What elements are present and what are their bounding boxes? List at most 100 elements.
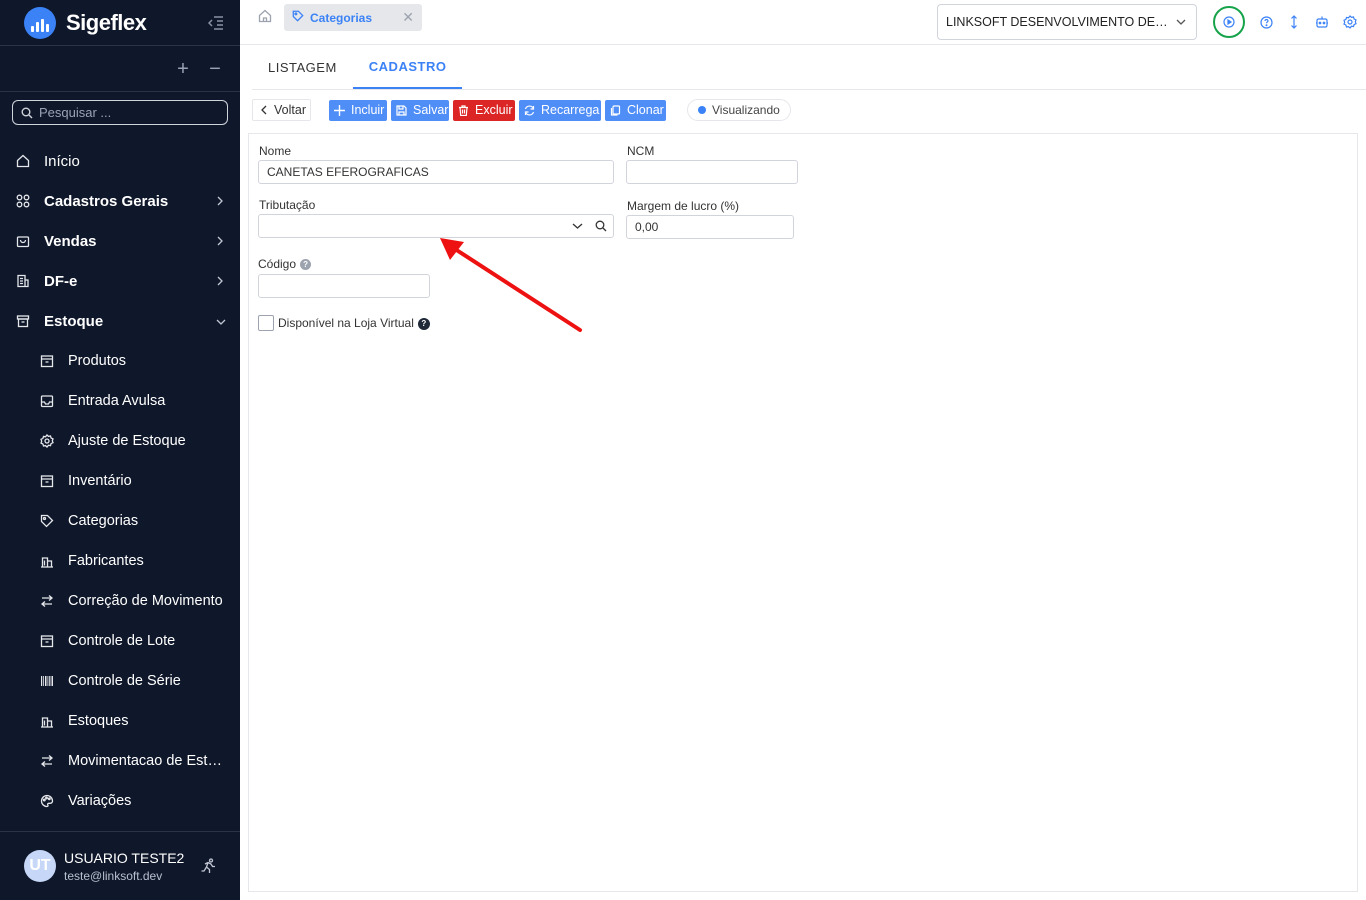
chevron-right-icon [216, 193, 226, 210]
tabs-divider [252, 89, 1366, 90]
sidebar-item-fabricantes[interactable]: Fabricantes [0, 541, 240, 581]
user-info: USUARIO TESTE2 teste@linksoft.dev [64, 850, 200, 883]
sidebar-item-label: Estoques [68, 713, 129, 729]
chevron-left-icon [259, 104, 268, 116]
form-card: Nome CANETAS EFEROGRAFICAS NCM Tributaçã… [248, 133, 1358, 892]
user-email: teste@linksoft.dev [64, 868, 163, 883]
gear-icon[interactable] [1343, 15, 1357, 29]
back-button[interactable]: Voltar [252, 99, 311, 121]
sidebar-item-produtos[interactable]: Produtos [0, 341, 240, 381]
company-select[interactable]: LINKSOFT DESENVOLVIMENTO DE SOFTWARE [937, 4, 1197, 40]
sidebar-item-label: Variações [68, 793, 132, 809]
chevron-down-icon[interactable] [572, 222, 583, 230]
save-button-label: Salvar [413, 103, 449, 117]
sidebar-item-cadastros-gerais[interactable]: Cadastros Gerais [0, 181, 240, 221]
sidebar-menu: Início Cadastros Gerais Vendas DF-e Esto… [0, 141, 240, 821]
sidebar-item-label: Categorias [68, 513, 139, 529]
ncm-label: NCM [627, 144, 655, 158]
sidebar-item-label: Correção de Movimento [68, 593, 223, 609]
clone-button[interactable]: Clonar [605, 99, 666, 121]
ncm-field[interactable] [626, 160, 798, 184]
sidebar-item-correcao-movimento[interactable]: Correção de Movimento [0, 581, 240, 621]
sidebar-item-label: Movimentacao de Estoque [68, 753, 226, 769]
main-content: LISTAGEM CADASTRO Voltar Incluir Salvar … [240, 45, 1366, 900]
sidebar-search[interactable] [12, 100, 228, 125]
loja-virtual-checkbox[interactable] [258, 315, 274, 331]
codigo-label: Código [258, 257, 297, 271]
collapse-sidebar-icon[interactable] [206, 13, 226, 33]
archive-icon [16, 314, 30, 328]
run-icon[interactable] [200, 857, 218, 875]
sidebar-item-movimentacao-estoque[interactable]: Movimentacao de Estoque [0, 741, 240, 781]
sidebar-item-label: Controle de Lote [68, 633, 176, 649]
sidebar-header: Sigeflex [0, 0, 240, 46]
inbox-icon [40, 394, 54, 408]
form-toolbar: Voltar Incluir Salvar Excluir Recarrega … [252, 99, 791, 121]
sidebar-item-label: Cadastros Gerais [44, 192, 169, 210]
sidebar-item-ajuste-estoque[interactable]: Ajuste de Estoque [0, 421, 240, 461]
expand-all-icon[interactable]: + [176, 59, 190, 79]
sidebar-item-label: Estoque [44, 312, 104, 330]
loja-virtual-label-wrap: Disponível na Loja Virtual? [278, 316, 430, 330]
chevron-right-icon [216, 273, 226, 290]
sidebar-item-controle-serie[interactable]: Controle de Série [0, 661, 240, 701]
robot-icon[interactable] [1315, 15, 1329, 29]
chevron-right-icon [216, 233, 226, 250]
sidebar-item-label: Ajuste de Estoque [68, 433, 186, 449]
close-icon[interactable]: ✕ [402, 9, 414, 26]
sidebar-item-controle-lote[interactable]: Controle de Lote [0, 621, 240, 661]
open-tab-categorias[interactable]: Categorias ✕ [284, 4, 422, 31]
codigo-label-wrap: Código? [258, 257, 312, 271]
sidebar: Sigeflex + − Início Cadastros Gerais Ven… [0, 0, 240, 900]
search-icon [21, 107, 33, 118]
help-icon[interactable] [1259, 15, 1273, 29]
reload-button[interactable]: Recarrega [519, 99, 601, 121]
sidebar-item-inventario[interactable]: Inventário [0, 461, 240, 501]
app-name: Sigeflex [66, 9, 147, 35]
margem-label: Margem de lucro (%) [627, 199, 740, 213]
sidebar-item-inicio[interactable]: Início [0, 141, 240, 181]
open-tab-label: Categorias [310, 10, 373, 25]
sidebar-item-estoque[interactable]: Estoque [0, 301, 240, 341]
sidebar-item-vendas[interactable]: Vendas [0, 221, 240, 261]
home-icon[interactable] [258, 9, 272, 23]
sidebar-item-categorias[interactable]: Categorias [0, 501, 240, 541]
help-icon[interactable]: ? [417, 317, 430, 330]
archive-icon [40, 634, 54, 648]
sidebar-tools: + − [0, 46, 240, 92]
copy-icon [610, 104, 621, 116]
margem-field[interactable]: 0,00 [626, 215, 794, 239]
collapse-all-icon[interactable]: − [208, 59, 222, 79]
user-name: USUARIO TESTE2 [64, 849, 185, 866]
sidebar-item-variacoes[interactable]: Variações [0, 781, 240, 821]
search-input[interactable] [39, 105, 219, 120]
search-icon[interactable] [595, 220, 607, 232]
sidebar-item-label: Início [44, 152, 80, 170]
include-button[interactable]: Incluir [329, 99, 387, 121]
sidebar-item-label: DF-e [44, 272, 78, 290]
delete-button[interactable]: Excluir [453, 99, 515, 121]
avatar[interactable]: UT [24, 850, 56, 882]
tab-cadastro[interactable]: CADASTRO [352, 45, 463, 89]
topbar: Categorias ✕ LINKSOFT DESENVOLVIMENTO DE… [240, 0, 1366, 45]
help-icon[interactable]: ? [300, 259, 312, 271]
chevron-down-icon [1176, 15, 1186, 29]
sidebar-item-dfe[interactable]: DF-e [0, 261, 240, 301]
status-label: Visualizando [712, 103, 780, 117]
sidebar-item-entrada-avulsa[interactable]: Entrada Avulsa [0, 381, 240, 421]
loja-virtual-label: Disponível na Loja Virtual [278, 316, 414, 330]
sidebar-item-label: Produtos [68, 353, 127, 369]
gear-icon [40, 434, 54, 448]
sidebar-item-estoques[interactable]: Estoques [0, 701, 240, 741]
tag-icon [40, 514, 54, 528]
sidebar-item-label: Entrada Avulsa [68, 393, 166, 409]
play-icon[interactable] [1213, 6, 1245, 38]
tab-listagem[interactable]: LISTAGEM [252, 45, 353, 89]
clone-button-label: Clonar [627, 103, 664, 117]
codigo-field[interactable] [258, 274, 430, 298]
save-button[interactable]: Salvar [391, 99, 449, 121]
tributacao-field[interactable] [258, 214, 614, 238]
nome-field[interactable]: CANETAS EFEROGRAFICAS [258, 160, 614, 184]
sort-icon[interactable] [1287, 15, 1301, 29]
reload-button-label: Recarrega [541, 103, 600, 117]
